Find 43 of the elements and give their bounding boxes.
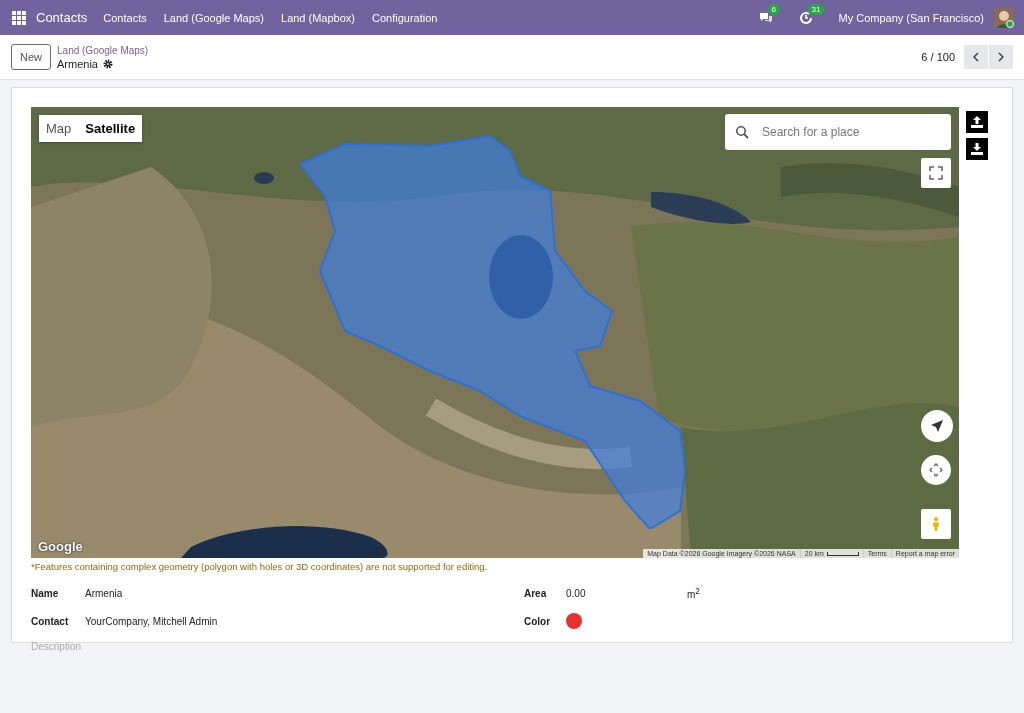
place-search-field[interactable]: Search for a place: [725, 114, 951, 150]
pan-arrows-icon: [929, 463, 943, 477]
settings-icon[interactable]: [103, 58, 113, 69]
description-field[interactable]: Description: [31, 641, 331, 652]
app-name[interactable]: Contacts: [36, 10, 88, 25]
fullscreen-icon: [929, 166, 943, 180]
fullscreen-button[interactable]: [921, 158, 951, 188]
chat-icon[interactable]: [758, 10, 773, 25]
upload-button[interactable]: [966, 111, 988, 133]
field-label: Name: [31, 587, 60, 599]
search-icon: [735, 125, 749, 139]
new-button[interactable]: New: [11, 44, 51, 70]
field-label: Area: [524, 587, 548, 599]
navigation-arrow-icon: [930, 419, 944, 433]
company-name[interactable]: My Company (San Francisco): [838, 11, 984, 24]
user-avatar-icon[interactable]: [994, 7, 1014, 28]
color-swatch[interactable]: [566, 613, 582, 629]
pager-text: 6 / 100: [921, 51, 955, 63]
unit-label: m$^{2}$: [687, 585, 700, 601]
menu-item[interactable]: Land (Mapbox): [281, 11, 355, 24]
menu-item[interactable]: Land (Google Maps): [163, 11, 264, 24]
map-type-tab[interactable]: Map: [39, 115, 79, 142]
activity-count-badge: 31: [807, 3, 825, 15]
apps-menu-icon[interactable]: [12, 10, 26, 25]
field-value: Armenia: [85, 587, 123, 599]
chevron-left-icon: [971, 52, 981, 62]
upload-icon: [970, 115, 984, 129]
warning-text: *Features containing complex geometry (polygon with holes or 3D coordinates) are not supported for editing.: [31, 561, 489, 572]
map-type-tab-selected[interactable]: Satellite: [78, 115, 143, 142]
field-label: Color: [524, 615, 552, 627]
menu-item[interactable]: Configuration: [372, 11, 438, 24]
field-value: YourCompany, Mitchell Admin: [85, 615, 218, 627]
area-value: 0.00: [566, 587, 587, 599]
message-count-badge: 6: [767, 3, 780, 15]
field-label: Contact: [31, 615, 70, 627]
download-button[interactable]: [966, 138, 988, 160]
clock-icon[interactable]: [798, 10, 813, 25]
breadcrumb-link[interactable]: Land (Google Maps): [57, 44, 149, 56]
record-title: Armenia: [57, 57, 98, 70]
chevron-right-icon: [996, 52, 1006, 62]
download-icon: [970, 142, 984, 156]
google-logo: Google: [38, 539, 83, 554]
menu-item[interactable]: Contacts: [103, 11, 147, 24]
